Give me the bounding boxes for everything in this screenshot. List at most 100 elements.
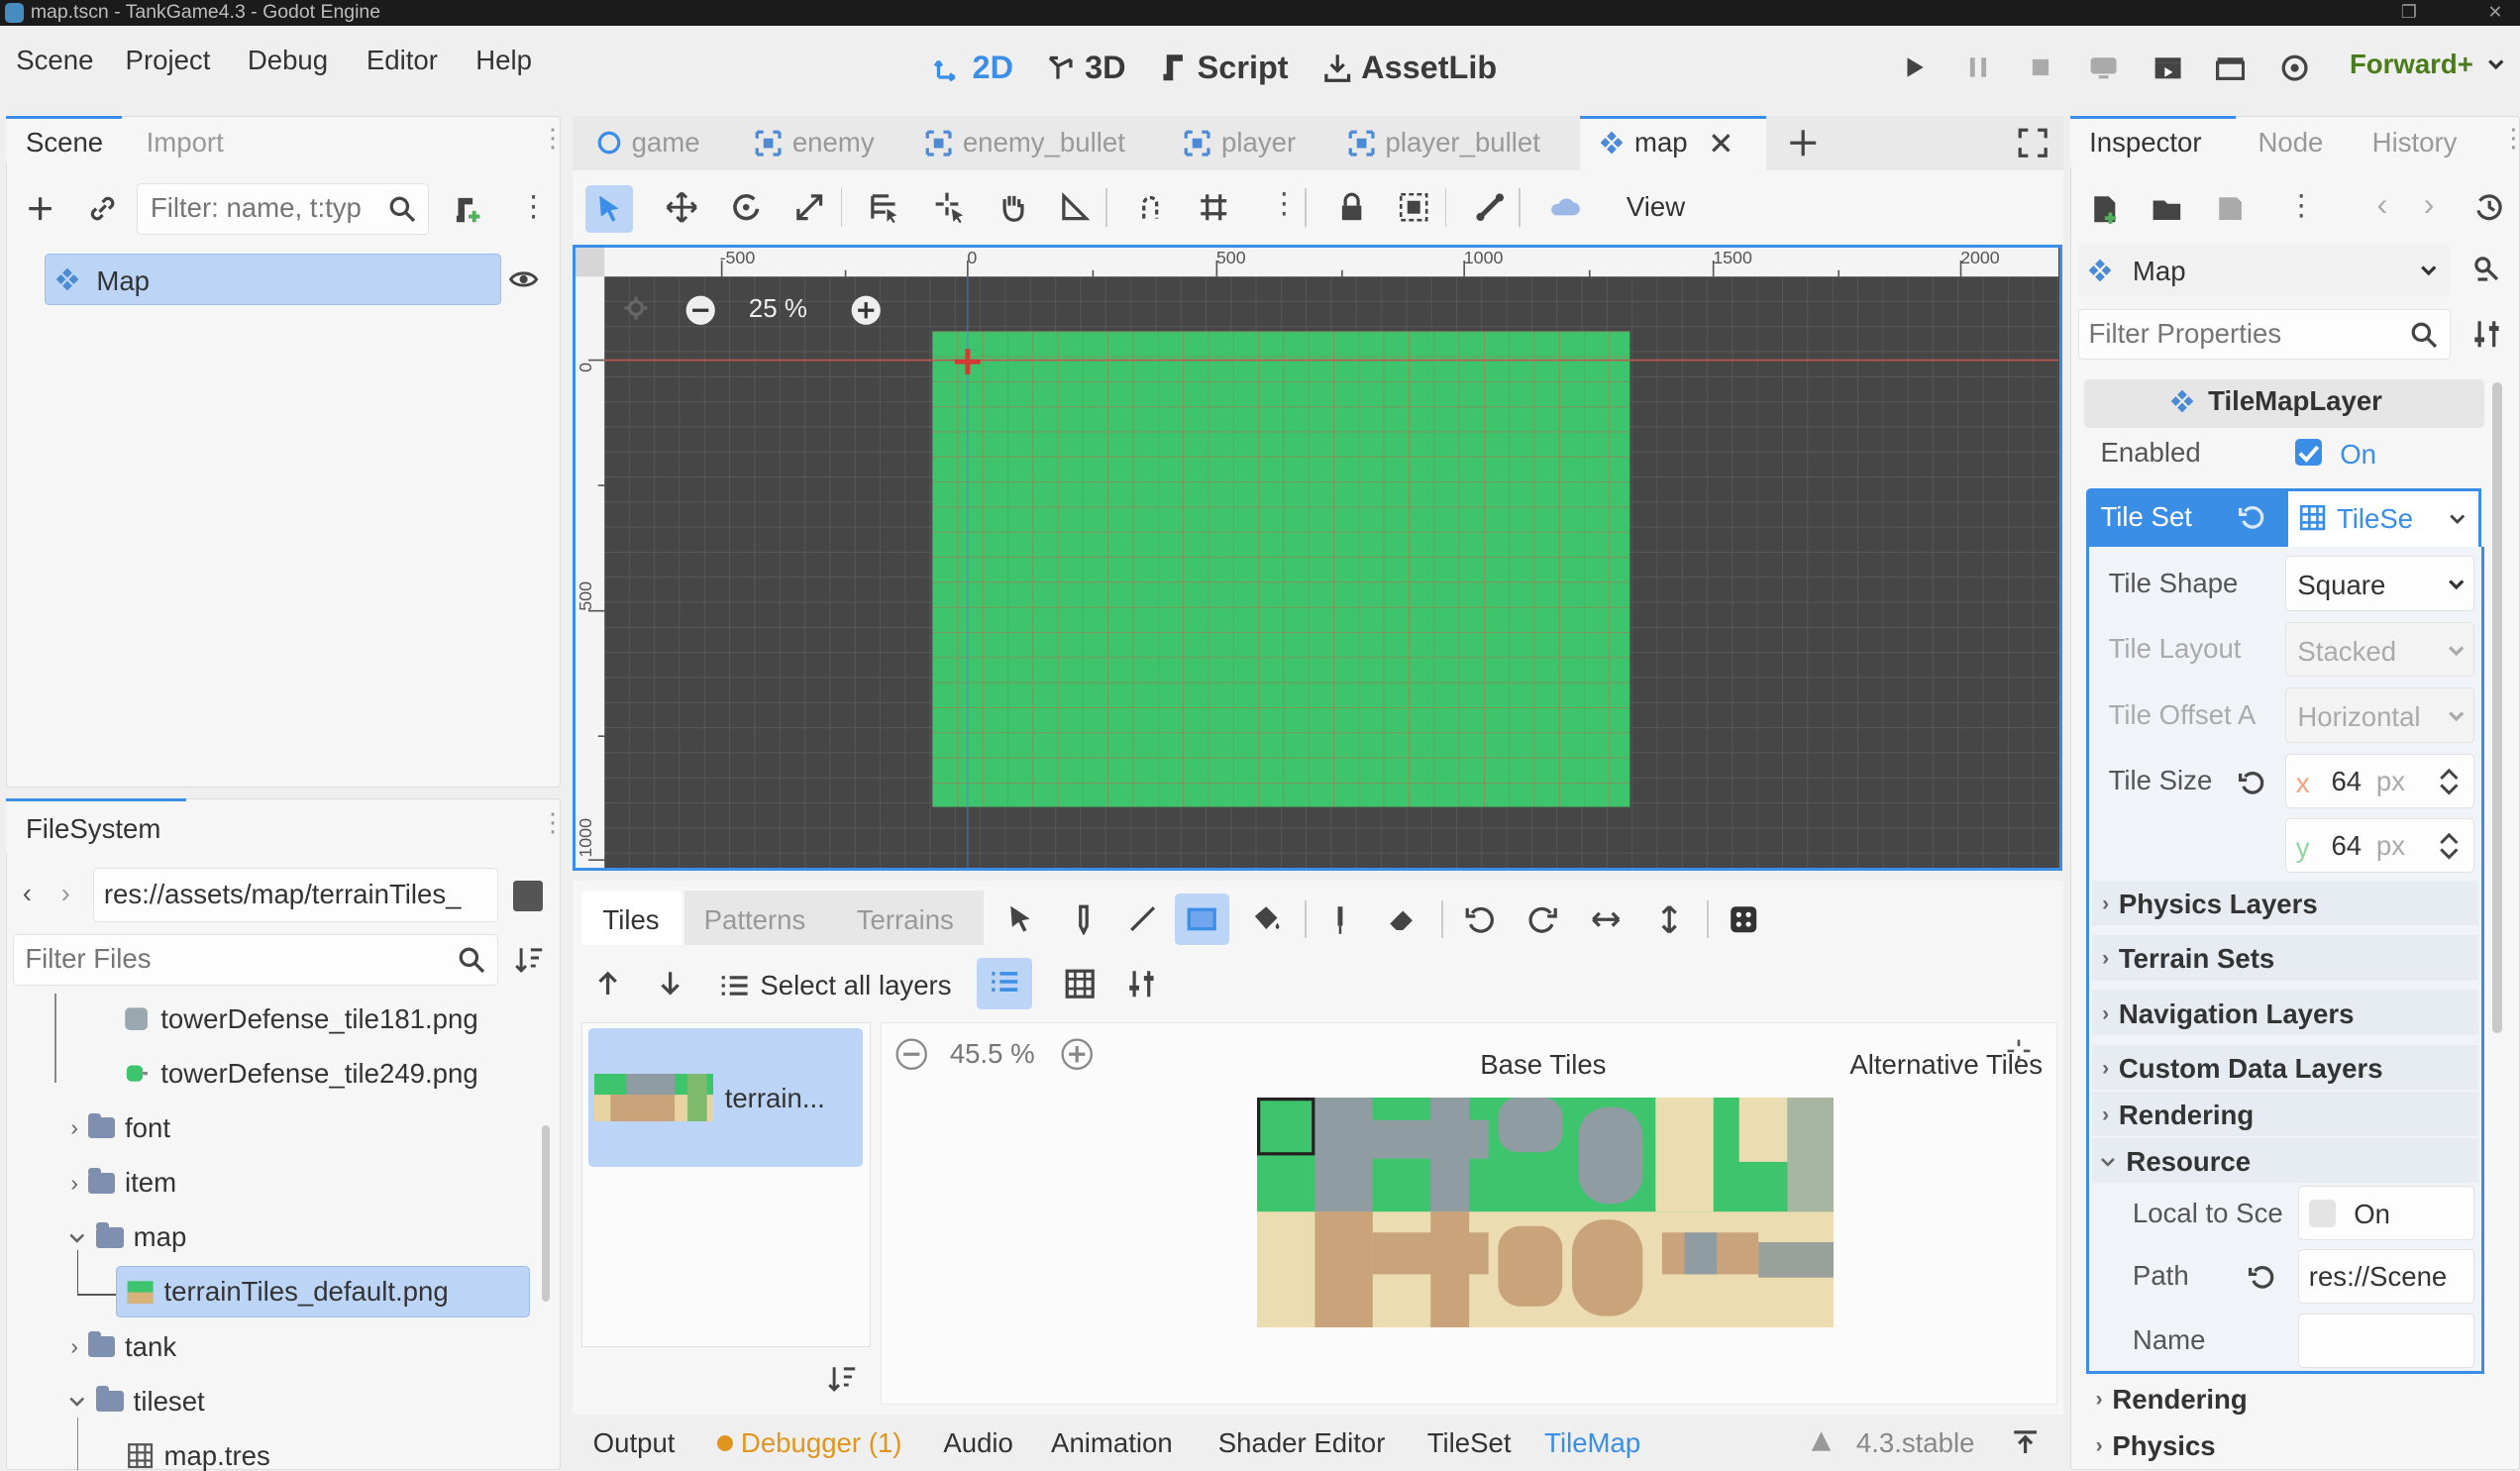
- sort-icon[interactable]: [513, 945, 545, 974]
- scene-filter-input[interactable]: [137, 183, 379, 233]
- menu-debug[interactable]: Debug: [248, 45, 328, 76]
- revert-icon[interactable]: [2248, 1263, 2277, 1292]
- workspace-assetlib[interactable]: AssetLib: [1321, 45, 1497, 89]
- editor-tab-player[interactable]: player: [1183, 126, 1296, 161]
- remote-debug-button[interactable]: [2086, 50, 2122, 85]
- rotate-mode-button[interactable]: [725, 186, 767, 228]
- workspace-3d[interactable]: 3D: [1045, 45, 1126, 89]
- tab-terrains[interactable]: Terrains: [857, 904, 954, 936]
- section-outer-physics[interactable]: › Physics: [2096, 1430, 2216, 1462]
- revert-icon[interactable]: [2239, 769, 2267, 797]
- tile-size-x-field[interactable]: x 64 px: [2285, 753, 2475, 809]
- section-resource[interactable]: Resource: [2099, 1146, 2251, 1178]
- scene-filter-field[interactable]: [136, 182, 430, 235]
- fs-item[interactable]: › item: [70, 1164, 176, 1203]
- fs-item[interactable]: › font: [70, 1108, 170, 1147]
- play-custom-scene-button[interactable]: [2213, 50, 2249, 85]
- section-outer-rendering[interactable]: › Rendering: [2096, 1384, 2248, 1416]
- inspector-menu-icon[interactable]: ⋮: [2500, 124, 2520, 154]
- new-resource-button[interactable]: [2084, 188, 2126, 230]
- scene-more-icon[interactable]: ⋮: [519, 189, 548, 224]
- fs-item[interactable]: terrainTiles_default.png: [126, 1273, 449, 1312]
- node-docs-icon[interactable]: [2471, 254, 2503, 285]
- pause-button[interactable]: [1960, 50, 1996, 85]
- close-tab-icon[interactable]: [1710, 132, 1732, 155]
- section-navigation-layers[interactable]: › Navigation Layers: [2102, 998, 2354, 1030]
- group-button[interactable]: [1394, 186, 1435, 228]
- attach-script-button[interactable]: [447, 188, 488, 230]
- fs-item[interactable]: map: [67, 1218, 186, 1257]
- close-window-icon[interactable]: ✕: [2487, 0, 2502, 26]
- update-spinner-icon[interactable]: [1807, 1428, 1836, 1457]
- new-scene-tab-icon[interactable]: [1787, 127, 1819, 158]
- tile-picker-tool[interactable]: [1319, 898, 1361, 940]
- save-resource-button[interactable]: [2210, 188, 2252, 230]
- tab-patterns[interactable]: Patterns: [704, 904, 806, 936]
- menu-help[interactable]: Help: [475, 45, 532, 76]
- editor-tab-map[interactable]: map: [1599, 126, 1732, 161]
- tile-layout-select[interactable]: Stacked: [2285, 621, 2475, 678]
- bottom-tab-audio[interactable]: Audio: [943, 1427, 1013, 1459]
- fs-menu-icon[interactable]: ⋮: [540, 808, 566, 838]
- zoom-out-icon[interactable]: [684, 294, 716, 326]
- section-custom-data-layers[interactable]: › Custom Data Layers: [2102, 1053, 2382, 1085]
- tile-select-tool[interactable]: [999, 898, 1041, 940]
- atlas-zoom-level[interactable]: 45.5 %: [950, 1038, 1035, 1070]
- tile-bucket-tool[interactable]: [1245, 898, 1287, 940]
- tile-rect-tool[interactable]: [1174, 893, 1230, 945]
- zoom-in-icon[interactable]: [850, 294, 882, 326]
- filter-properties-input[interactable]: [2078, 309, 2393, 359]
- open-resource-button[interactable]: [2148, 188, 2189, 230]
- lock-button[interactable]: [1330, 186, 1372, 228]
- next-object-icon[interactable]: ›: [2424, 186, 2435, 223]
- revert-icon[interactable]: [2239, 503, 2267, 532]
- tab-history[interactable]: History: [2372, 127, 2458, 158]
- editor-tab-player-bullet[interactable]: player_bullet: [1347, 126, 1540, 161]
- editor-tab-enemy-bullet[interactable]: enemy_bullet: [924, 126, 1125, 161]
- view-menu[interactable]: View: [1627, 191, 1685, 223]
- section-physics-layers[interactable]: › Physics Layers: [2102, 889, 2318, 920]
- bottom-tab-output[interactable]: Output: [593, 1427, 676, 1459]
- fs-split-mode-icon[interactable]: [512, 881, 544, 911]
- bottom-tab-shader-editor[interactable]: Shader Editor: [1218, 1427, 1386, 1459]
- tile-offset-select[interactable]: Horizontal: [2285, 687, 2475, 743]
- filter-properties-field[interactable]: [2077, 308, 2452, 361]
- workspace-script[interactable]: Script: [1157, 45, 1289, 89]
- canvas-viewport[interactable]: -500 0 500 1000 1500 2000 0 500 1000 25 …: [572, 244, 2062, 872]
- add-node-button[interactable]: [19, 188, 60, 230]
- snap-options-icon[interactable]: ⋮: [1270, 186, 1299, 221]
- fs-item[interactable]: › tank: [70, 1327, 176, 1366]
- tile-eraser-tool[interactable]: [1382, 898, 1423, 940]
- fs-item[interactable]: map.tres: [126, 1436, 270, 1471]
- flip-v-button[interactable]: [1649, 898, 1691, 940]
- flip-h-button[interactable]: [1585, 898, 1627, 940]
- restore-window-icon[interactable]: ❐: [2401, 0, 2417, 26]
- layer-down-button[interactable]: [649, 963, 690, 1004]
- grid-toggle-button[interactable]: [1059, 963, 1101, 1004]
- menu-project[interactable]: Project: [126, 45, 211, 76]
- select-all-layers-button[interactable]: Select all layers: [720, 968, 952, 1003]
- tile-atlas-image[interactable]: [1256, 1098, 1835, 1328]
- pivot-mode-button[interactable]: [929, 186, 971, 228]
- local-to-scene-field[interactable]: On: [2298, 1186, 2475, 1241]
- visibility-eye-icon[interactable]: [509, 266, 539, 292]
- layer-up-button[interactable]: [586, 963, 628, 1004]
- pan-mode-button[interactable]: [992, 186, 1033, 228]
- section-rendering[interactable]: › Rendering: [2102, 1100, 2254, 1131]
- spinner-icon[interactable]: [2438, 766, 2461, 797]
- fs-item[interactable]: tileset: [67, 1382, 205, 1420]
- bottom-tab-animation[interactable]: Animation: [1051, 1427, 1173, 1459]
- bottom-tab-tileset[interactable]: TileSet: [1427, 1427, 1512, 1459]
- camera-override-button[interactable]: [1544, 186, 1586, 228]
- fs-back-icon[interactable]: ‹: [23, 878, 32, 909]
- rotate-left-button[interactable]: [1459, 898, 1501, 940]
- bottom-tab-debugger[interactable]: Debugger (1): [741, 1427, 902, 1459]
- menu-editor[interactable]: Editor: [367, 45, 438, 76]
- zoom-out-icon[interactable]: [895, 1038, 927, 1071]
- fs-filter-input[interactable]: [13, 934, 432, 984]
- tab-node[interactable]: Node: [2258, 127, 2323, 158]
- ruler-mode-button[interactable]: [1054, 186, 1096, 228]
- play-scene-button[interactable]: [2151, 50, 2186, 85]
- tab-import[interactable]: Import: [147, 127, 224, 158]
- random-tile-button[interactable]: [1723, 898, 1764, 940]
